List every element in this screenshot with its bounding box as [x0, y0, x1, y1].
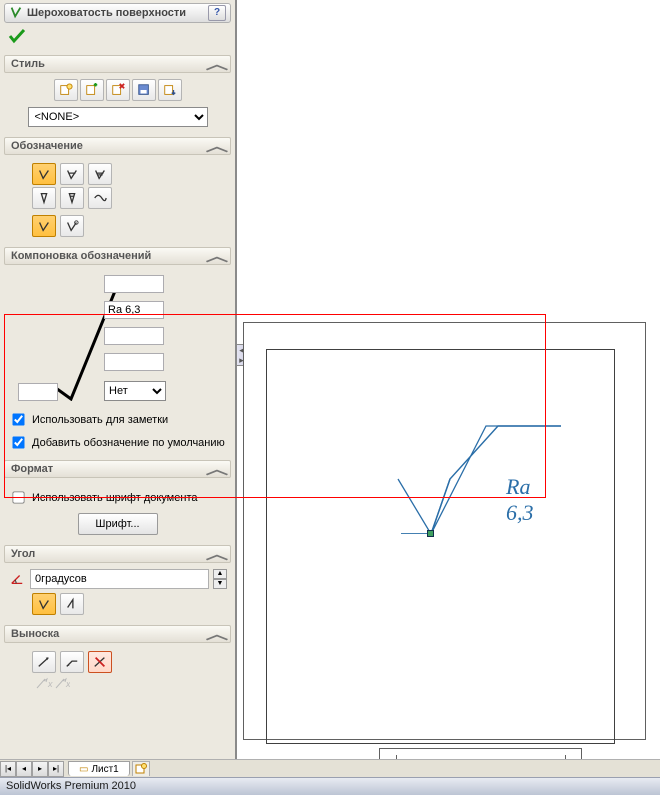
- add-sheet-button[interactable]: [132, 761, 150, 776]
- section-header-designation[interactable]: Обозначение ︿: [4, 137, 231, 155]
- section-label: Компоновка обозначений: [11, 250, 210, 262]
- status-text: SolidWorks Premium 2010: [6, 780, 136, 792]
- annotation-text: Ra 6,3: [506, 474, 561, 526]
- drawing-canvas[interactable]: ◂▸: [237, 0, 660, 759]
- symbol-machining-button[interactable]: [60, 163, 84, 185]
- chevron-up-icon: ︿: [206, 464, 228, 474]
- layout-field-roughness[interactable]: [104, 301, 164, 319]
- help-button[interactable]: ?: [208, 5, 226, 21]
- symbol-no-machining-button[interactable]: [32, 187, 56, 209]
- style-select[interactable]: <NONE>: [28, 107, 208, 127]
- confirm-row: [0, 26, 235, 53]
- property-manager-panel: Шероховатость поверхности ? Стиль ︿: [0, 0, 237, 759]
- add-default-checkbox[interactable]: [12, 436, 24, 448]
- title-block-fragment: [379, 748, 582, 759]
- angle-spin-down[interactable]: ▼: [213, 579, 227, 589]
- sheet-tabs-bar: |◂ ◂ ▸ ▸| ▭ Лист1: [0, 759, 660, 777]
- use-doc-font-checkbox[interactable]: [12, 491, 24, 503]
- leader-caption: xx: [36, 677, 227, 692]
- panel-title-bar: Шероховатость поверхности ?: [4, 3, 231, 23]
- angle-spin-up[interactable]: ▲: [213, 569, 227, 579]
- section-label: Выноска: [11, 628, 210, 640]
- ok-button[interactable]: [8, 31, 26, 48]
- style-load-button[interactable]: [158, 79, 182, 101]
- chevron-up-icon: ︿: [206, 251, 228, 261]
- add-default-label: Добавить обозначение по умолчанию: [32, 437, 225, 449]
- section-header-style[interactable]: Стиль ︿: [4, 55, 231, 73]
- section-label: Обозначение: [11, 140, 210, 152]
- layout-field-3[interactable]: [104, 327, 164, 345]
- symbol-basic-button[interactable]: [32, 163, 56, 185]
- sheet-tab-1[interactable]: ▭ Лист1: [68, 761, 130, 776]
- chevron-up-icon: ︿: [206, 59, 228, 69]
- style-delete-button[interactable]: [106, 79, 130, 101]
- chevron-up-icon: ︿: [206, 549, 228, 559]
- layout-field-4[interactable]: [104, 353, 164, 371]
- status-bar: SolidWorks Premium 2010: [0, 777, 660, 795]
- angle-input[interactable]: [30, 569, 209, 589]
- chevron-up-icon: ︿: [206, 141, 228, 151]
- layout-field-5[interactable]: [18, 383, 58, 401]
- font-button[interactable]: Шрифт...: [78, 513, 158, 535]
- style-new-button[interactable]: [54, 79, 78, 101]
- style-save-button[interactable]: [132, 79, 156, 101]
- style-add-button[interactable]: [80, 79, 104, 101]
- layout-lay-select[interactable]: Нет: [104, 381, 166, 401]
- section-body-leader: xx: [0, 645, 235, 698]
- tab-nav-last[interactable]: ▸|: [48, 761, 64, 777]
- sheet-border-inner: Ra 6,3: [266, 349, 615, 744]
- symbol-allaround-off-button[interactable]: [32, 215, 56, 237]
- use-doc-font-label: Использовать шрифт документа: [32, 492, 197, 504]
- section-body-designation: [0, 157, 235, 245]
- symbol-no-machining2-button[interactable]: [60, 187, 84, 209]
- angle-icon: [8, 570, 26, 588]
- section-header-layout[interactable]: Компоновка обозначений ︿: [4, 247, 231, 265]
- layout-field-1[interactable]: [104, 275, 164, 293]
- svg-text:x: x: [47, 679, 53, 689]
- leader-none-button[interactable]: [88, 651, 112, 673]
- leader-bent-button[interactable]: [60, 651, 84, 673]
- section-body-format: Использовать шрифт документа Шрифт...: [0, 480, 235, 543]
- use-for-note-label: Использовать для заметки: [32, 414, 168, 426]
- symbol-machining2-button[interactable]: [88, 163, 112, 185]
- surface-finish-annotation[interactable]: Ra 6,3: [331, 404, 561, 534]
- section-header-format[interactable]: Формат ︿: [4, 460, 231, 478]
- angle-orient-1-button[interactable]: [32, 593, 56, 615]
- section-label: Формат: [11, 463, 210, 475]
- sheet-border-outer: Ra 6,3: [243, 322, 646, 740]
- tab-nav-next[interactable]: ▸: [32, 761, 48, 777]
- symbol-allaround-on-button[interactable]: [60, 215, 84, 237]
- tab-nav-first[interactable]: |◂: [0, 761, 16, 777]
- selection-handle[interactable]: [427, 530, 434, 537]
- section-body-layout: Нет Использовать для заметки Добавить об…: [0, 267, 235, 458]
- surface-finish-icon: [9, 5, 23, 22]
- panel-title-text: Шероховатость поверхности: [23, 7, 208, 19]
- section-label: Стиль: [11, 58, 210, 70]
- sheet-icon: ▭: [79, 764, 88, 775]
- section-header-angle[interactable]: Угол ︿: [4, 545, 231, 563]
- section-header-leader[interactable]: Выноска ︿: [4, 625, 231, 643]
- section-label: Угол: [11, 548, 210, 560]
- section-body-angle: ▲ ▼: [0, 565, 235, 623]
- chevron-up-icon: ︿: [206, 629, 228, 639]
- tab-nav-prev[interactable]: ◂: [16, 761, 32, 777]
- use-for-note-checkbox[interactable]: [12, 413, 24, 425]
- angle-orient-2-button[interactable]: [60, 593, 84, 615]
- svg-text:x: x: [65, 679, 70, 689]
- leader-straight-button[interactable]: [32, 651, 56, 673]
- section-body-style: <NONE>: [0, 75, 235, 135]
- sheet-tab-label: Лист1: [91, 764, 118, 775]
- symbol-circle-button[interactable]: [88, 187, 112, 209]
